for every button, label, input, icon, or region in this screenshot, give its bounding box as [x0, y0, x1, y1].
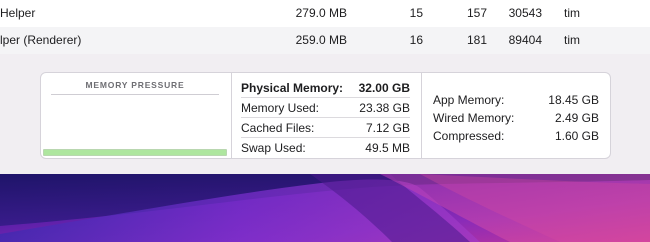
process-table: Helper 279.0 MB 15 157 30543 tim lper (R…	[0, 0, 650, 54]
memory-stats-primary: Physical Memory: 32.00 GB Memory Used: 2…	[232, 73, 421, 158]
stat-cached-files: Cached Files: 7.12 GB	[241, 118, 410, 138]
process-name: lper (Renderer)	[0, 33, 82, 47]
stat-value: 1.60 GB	[554, 129, 599, 143]
memory-pressure-section: MEMORY PRESSURE	[41, 73, 231, 158]
stat-value: 2.49 GB	[554, 111, 599, 125]
process-pid: 89404	[508, 33, 542, 47]
activity-monitor-window: Helper 279.0 MB 15 157 30543 tim lper (R…	[0, 0, 650, 174]
stat-label: Physical Memory:	[241, 81, 344, 95]
memory-stats-breakdown: App Memory: 18.45 GB Wired Memory: 2.49 …	[422, 73, 610, 158]
stat-physical-memory: Physical Memory: 32.00 GB	[241, 78, 410, 98]
memory-pressure-title: MEMORY PRESSURE	[85, 80, 185, 90]
stat-memory-used: Memory Used: 23.38 GB	[241, 98, 410, 118]
stat-value: 32.00 GB	[358, 81, 410, 95]
table-row[interactable]: Helper 279.0 MB 15 157 30543 tim	[0, 0, 650, 27]
desktop-wallpaper	[0, 174, 650, 242]
stat-value: 18.45 GB	[548, 93, 599, 107]
stat-value: 7.12 GB	[365, 121, 410, 135]
stat-compressed: Compressed: 1.60 GB	[433, 127, 599, 145]
stat-label: Cached Files:	[241, 121, 315, 135]
stat-swap-used: Swap Used: 49.5 MB	[241, 138, 410, 158]
stat-label: Wired Memory:	[433, 111, 515, 125]
stat-label: App Memory:	[433, 93, 505, 107]
stat-value: 49.5 MB	[365, 141, 410, 155]
memory-pressure-divider	[51, 94, 219, 95]
process-memory: 279.0 MB	[295, 6, 347, 20]
stat-label: Swap Used:	[241, 141, 306, 155]
stat-label: Memory Used:	[241, 101, 320, 115]
stat-app-memory: App Memory: 18.45 GB	[433, 91, 599, 109]
process-memory: 259.0 MB	[295, 33, 347, 47]
process-user: tim	[564, 6, 580, 20]
process-user: tim	[564, 33, 580, 47]
memory-pressure-bar	[43, 149, 227, 156]
process-name: Helper	[0, 6, 36, 20]
process-ports: 181	[466, 33, 487, 47]
process-threads: 16	[409, 33, 423, 47]
stat-value: 23.38 GB	[359, 101, 410, 115]
process-threads: 15	[409, 6, 423, 20]
stat-wired-memory: Wired Memory: 2.49 GB	[433, 109, 599, 127]
process-pid: 30543	[508, 6, 542, 20]
table-row[interactable]: lper (Renderer) 259.0 MB 16 181 89404 ti…	[0, 27, 650, 54]
process-ports: 157	[466, 6, 487, 20]
stat-label: Compressed:	[433, 129, 505, 143]
memory-summary-panel: MEMORY PRESSURE Physical Memory: 32.00 G…	[40, 72, 611, 159]
wallpaper-image	[0, 174, 650, 242]
memory-pressure-fill	[44, 150, 226, 155]
